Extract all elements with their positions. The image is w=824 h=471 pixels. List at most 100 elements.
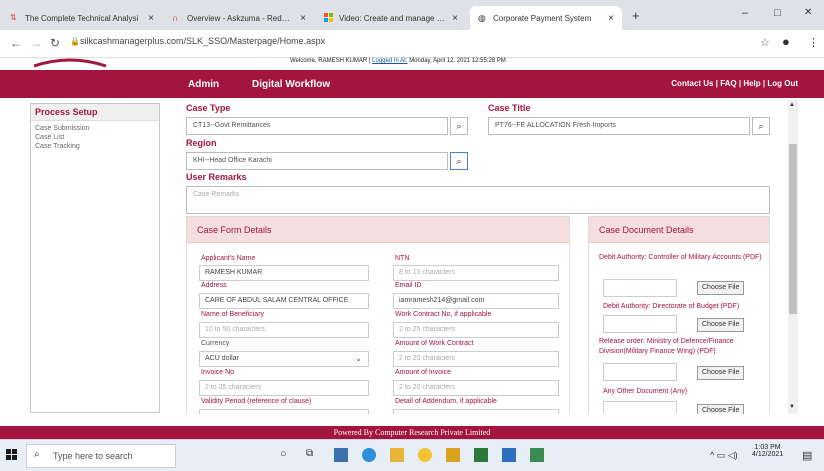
window-close-button[interactable]: ✕ <box>804 7 812 18</box>
choose-file-button[interactable]: Choose File <box>697 366 745 380</box>
app-icon[interactable] <box>530 448 544 462</box>
currency-select[interactable]: ACU dollar ⌄ <box>199 351 369 367</box>
header-links[interactable]: Contact Us | FAQ | Help | Log Out <box>671 79 798 88</box>
case-title-search-icon[interactable]: ⌕ <box>752 117 770 135</box>
tab-corporate-payment[interactable]: ◍ Corporate Payment System × <box>470 6 622 30</box>
main-content: Case Type CT13--Govt Remittances ⌕ Case … <box>180 100 780 414</box>
invoice-amount-label: Amount of Invoice <box>395 369 452 376</box>
doc-military-accounts-file <box>603 279 677 297</box>
redmine-favicon-icon: ∩ <box>172 13 179 23</box>
choose-file-button[interactable]: Choose File <box>697 318 745 332</box>
doc-budget-file <box>603 315 677 333</box>
reload-icon[interactable]: ↻ <box>50 36 60 50</box>
taskbar-search-input[interactable]: Type here to search <box>26 444 176 468</box>
validity-period-label: Validity Period (reference of clause) <box>201 398 312 405</box>
close-icon[interactable]: × <box>148 13 154 24</box>
addendum-label: Detail of Addendum, if applicable <box>395 398 497 405</box>
doc-other-file <box>603 401 677 414</box>
cortana-icon[interactable]: ○ <box>280 448 294 462</box>
browser-tab-bar: ⇅ The Complete Technical Analysi × ∩ Ove… <box>0 0 824 30</box>
doc-release-order-label: Release order: Ministry of Defence/Finan… <box>599 338 734 355</box>
back-arrow-icon[interactable]: ← <box>10 36 22 50</box>
edge-icon[interactable] <box>362 448 376 462</box>
tab-technical-analysis[interactable]: ⇅ The Complete Technical Analysi × <box>2 6 162 30</box>
notification-icon[interactable]: ▤ <box>802 449 812 462</box>
tab-redmine[interactable]: ∩ Overview - Askzuma - Redmine × <box>164 6 314 30</box>
maximize-button[interactable]: □ <box>774 7 781 19</box>
profile-icon[interactable]: ● <box>782 34 790 49</box>
chevron-down-icon: ⌄ <box>355 354 362 363</box>
task-view-icon[interactable]: ⧉ <box>306 448 320 462</box>
doc-budget-label: Debit Authority: Directorate of Budget (… <box>603 303 740 310</box>
tab-label: The Complete Technical Analysi <box>25 13 139 23</box>
currency-value: ACU dollar <box>205 355 239 362</box>
sidebar-item-case-list[interactable]: Case List <box>31 133 159 142</box>
address-bar: ← → ↻ 🔒 silkcashmanagerplus.com/SLK_SSO/… <box>0 30 824 58</box>
kebab-menu-icon[interactable]: ⋮ <box>808 36 819 49</box>
invoice-no-label: Invoice No <box>201 369 235 376</box>
remarks-textarea[interactable]: Case Remarks <box>186 186 770 214</box>
user-remarks-label: User Remarks <box>186 172 247 182</box>
email-input[interactable]: iamramesh214@gmail.com <box>393 293 559 309</box>
outlook-icon[interactable] <box>502 448 516 462</box>
email-label: Email ID <box>395 282 422 289</box>
sidebar-item-case-tracking[interactable]: Case Tracking <box>31 142 159 151</box>
invoice-no-input[interactable]: 2 to 25 characters <box>199 380 369 396</box>
close-icon[interactable]: × <box>300 13 306 24</box>
invoice-amount-input[interactable]: 2 to 20 characters <box>393 380 559 396</box>
close-icon[interactable]: × <box>608 13 614 24</box>
sticky-notes-icon[interactable] <box>446 448 460 462</box>
url-field[interactable]: silkcashmanagerplus.com/SLK_SSO/Masterpa… <box>80 36 325 46</box>
applicant-name-input[interactable]: RAMESH KUMAR <box>199 265 369 281</box>
region-search-icon[interactable]: ⌕ <box>450 152 468 170</box>
tray-icons[interactable]: ^ ▭ ◁) <box>710 450 738 461</box>
currency-label: Currency <box>201 340 230 347</box>
forward-arrow-icon[interactable]: → <box>30 36 42 50</box>
close-icon[interactable]: × <box>452 13 458 24</box>
chrome-icon[interactable] <box>418 448 432 462</box>
case-title-input[interactable]: PT76--FE ALLOCATION Fresh Imports <box>488 117 750 135</box>
star-icon[interactable]: ☆ <box>760 36 770 49</box>
region-input[interactable]: KHI--Head Office Karachi <box>186 152 448 170</box>
page-scrollbar-thumb[interactable] <box>789 144 797 314</box>
doc-military-accounts-label: Debit Authority: Controller of Military … <box>599 254 762 261</box>
site-footer: Powered By Computer Research Private Lim… <box>0 426 824 439</box>
scroll-up-icon[interactable]: ▲ <box>789 102 795 108</box>
applicant-name-label: Applicant's Name <box>201 255 256 262</box>
work-contract-input[interactable]: 2 to 25 characters <box>393 322 559 338</box>
case-document-title: Case Document Details <box>589 217 769 243</box>
minimize-button[interactable]: – <box>742 7 748 19</box>
beneficiary-input[interactable]: 10 to 50 characters <box>199 322 369 338</box>
login-time: Monday, April 12, 2021 12:55:28 PM <box>409 58 506 64</box>
windows-start-icon[interactable] <box>6 449 18 463</box>
file-explorer-icon[interactable] <box>390 448 404 462</box>
contract-amount-input[interactable]: 2 to 20 characters <box>393 351 559 367</box>
tab-video[interactable]: Video: Create and manage drop- × <box>316 6 466 30</box>
addendum-input[interactable] <box>393 409 559 414</box>
choose-file-button[interactable]: Choose File <box>697 404 745 414</box>
case-form-title: Case Form Details <box>187 217 569 243</box>
sidebar-item-case-submission[interactable]: Case Submission <box>31 124 159 133</box>
new-tab-button[interactable]: + <box>632 8 640 23</box>
store-icon[interactable] <box>334 448 348 462</box>
tab-label: Corporate Payment System <box>493 13 592 23</box>
region-label: Region <box>186 138 217 148</box>
tab-label: Video: Create and manage drop- <box>339 13 447 23</box>
sidebar: Process Setup Case Submission Case List … <box>30 103 160 413</box>
ntn-input[interactable]: 8 to 13 characters <box>393 265 559 281</box>
validity-period-input[interactable] <box>199 409 369 414</box>
case-type-search-icon[interactable]: ⌕ <box>450 117 468 135</box>
microsoft-favicon-icon <box>324 13 334 23</box>
case-type-input[interactable]: CT13--Govt Remittances <box>186 117 448 135</box>
windows-taskbar: Type here to search ⌕ ○ ⧉ ^ ▭ ◁) 1:03 PM… <box>0 439 824 471</box>
menu-admin[interactable]: Admin <box>188 79 219 90</box>
main-menu-bar: Admin Digital Workflow Contact Us | FAQ … <box>0 70 824 98</box>
scroll-down-icon[interactable]: ▼ <box>789 404 795 410</box>
excel-icon[interactable] <box>474 448 488 462</box>
address-label: Address <box>201 282 227 289</box>
chart-favicon-icon: ⇅ <box>10 13 17 22</box>
clock[interactable]: 1:03 PM 4/12/2021 <box>752 444 783 458</box>
address-input[interactable]: CARE OF ABDUL SALAM CENTRAL OFFICE <box>199 293 369 309</box>
choose-file-button[interactable]: Choose File <box>697 281 745 295</box>
menu-digital-workflow[interactable]: Digital Workflow <box>252 79 330 90</box>
